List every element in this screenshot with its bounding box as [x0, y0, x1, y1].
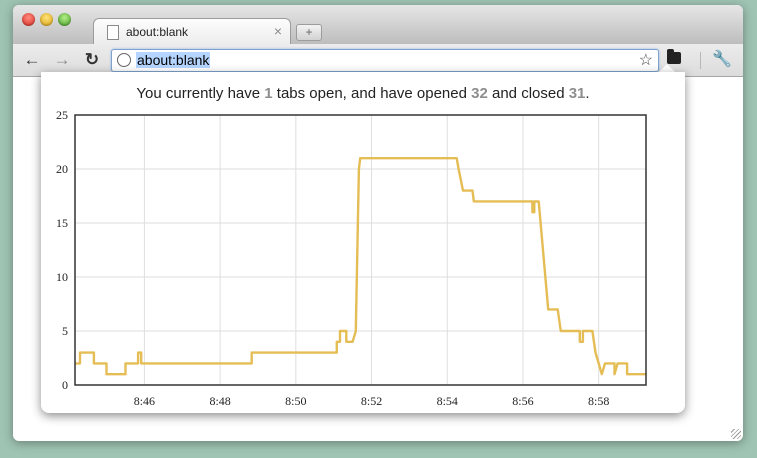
y-tick-label: 25: [56, 108, 68, 122]
x-tick-label: 8:50: [285, 394, 306, 408]
forward-icon[interactable]: →: [51, 49, 73, 71]
globe-icon: [117, 53, 131, 67]
reload-icon[interactable]: ↻: [81, 49, 103, 71]
y-tick-label: 10: [56, 270, 68, 284]
tabs-chart: 0 5 10 15 20 25 8:46 8:48 8:50 8:52 8:54 8:56 8:58: [56, 108, 647, 408]
star-icon[interactable]: ☆: [639, 50, 653, 70]
resize-handle[interactable]: [731, 429, 741, 439]
tab-about-blank[interactable]: about:blank ×: [93, 18, 291, 45]
y-tick-label: 5: [62, 324, 68, 338]
plot-frame: [74, 114, 647, 386]
toolbar-divider: [700, 52, 701, 69]
back-icon[interactable]: ←: [21, 49, 43, 71]
y-tick-label: 0: [62, 378, 68, 392]
window-controls: [22, 13, 71, 26]
folder-icon[interactable]: [667, 49, 681, 64]
new-tab-button[interactable]: +: [296, 24, 322, 41]
tab-title: about:blank: [126, 25, 189, 39]
extension-popup: You currently have 1 tabs open, and have…: [41, 72, 685, 413]
minimize-window-button[interactable]: [40, 13, 53, 26]
x-tick-label: 8:58: [588, 394, 609, 408]
y-tick-label: 20: [56, 162, 68, 176]
x-tick-label: 8:52: [361, 394, 382, 408]
page-icon: [107, 25, 119, 40]
x-tick-label: 8:54: [437, 394, 458, 408]
x-tick-label: 8:56: [512, 394, 533, 408]
wrench-icon[interactable]: 🔧: [712, 49, 732, 69]
zoom-window-button[interactable]: [58, 13, 71, 26]
tabs-open-line: [75, 157, 646, 376]
x-tick-label: 8:48: [209, 394, 230, 408]
title-bar: about:blank × +: [13, 5, 743, 45]
address-url[interactable]: about:blank: [136, 52, 211, 68]
close-window-button[interactable]: [22, 13, 35, 26]
address-bar[interactable]: about:blank ☆: [111, 49, 659, 72]
popup-caret: [659, 64, 675, 72]
x-tick-label: 8:46: [134, 394, 155, 408]
y-tick-label: 15: [56, 216, 68, 230]
tab-close-icon[interactable]: ×: [274, 23, 282, 39]
